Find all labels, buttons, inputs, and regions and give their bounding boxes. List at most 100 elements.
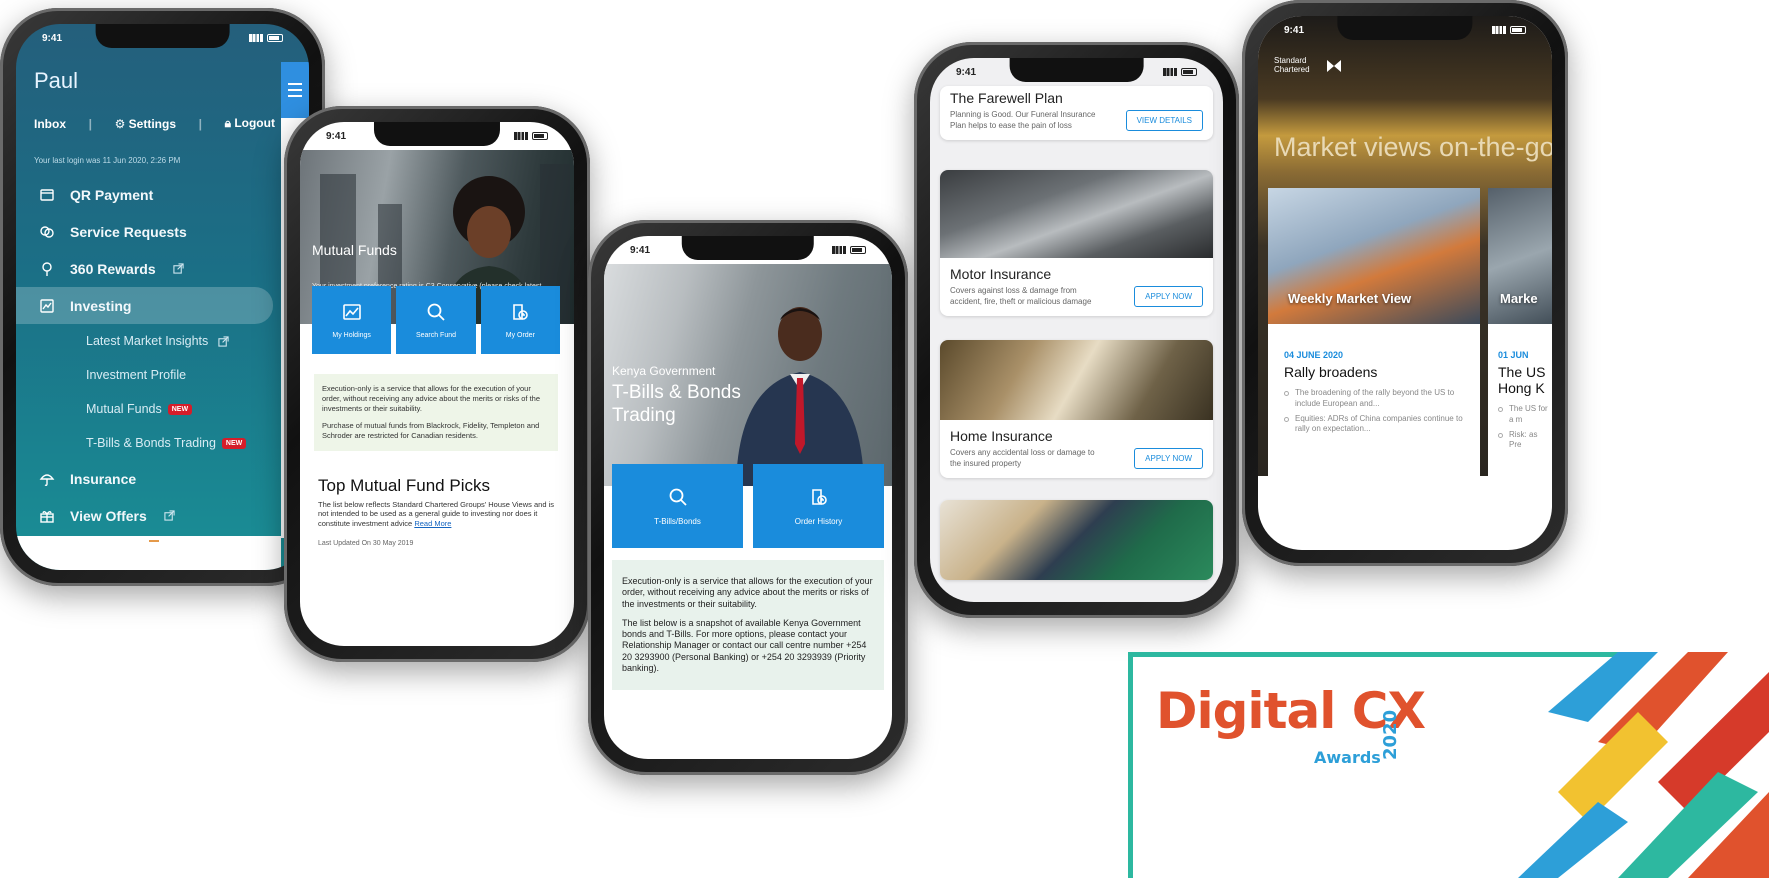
status-time: 9:41 bbox=[1284, 24, 1305, 36]
menu-item-investing[interactable]: Investing bbox=[16, 287, 273, 324]
tile-label: T-Bills/Bonds bbox=[654, 516, 701, 526]
card-title: Motor Insurance bbox=[950, 266, 1052, 282]
signal-icon bbox=[514, 132, 528, 140]
gear-icon: ⚙ bbox=[114, 116, 129, 131]
disclaimer-box: Execution-only is a service that allows … bbox=[314, 374, 558, 451]
market-view-card-partial[interactable]: Marke 01 JUN The US Hong K The US for a … bbox=[1488, 188, 1552, 506]
signal-icon bbox=[249, 34, 263, 42]
order-history-icon bbox=[811, 488, 827, 505]
disclaimer-text: The list below is a snapshot of availabl… bbox=[622, 617, 867, 673]
menu-label: Service Requests bbox=[70, 223, 187, 240]
city-image: Marke bbox=[1488, 188, 1552, 324]
card-date: 04 JUNE 2020 bbox=[1284, 350, 1344, 360]
menu-item-service-requests[interactable]: Service Requests bbox=[28, 213, 273, 250]
market-view-card[interactable]: Weekly Market View 04 JUNE 2020 Rally br… bbox=[1268, 188, 1480, 506]
submenu-item-mutual-funds[interactable]: Mutual Funds NEW bbox=[28, 392, 273, 426]
battery-icon bbox=[267, 34, 283, 42]
menu-item-qr-payment[interactable]: QR Payment bbox=[28, 176, 273, 213]
card-bullet: The US for a m bbox=[1488, 404, 1552, 430]
mutual-funds-screen: 9:41 Mutual Funds Your investment prefer… bbox=[300, 122, 574, 646]
action-tiles: My Holdings Search Fund My Order bbox=[312, 286, 560, 354]
inbox-link[interactable]: Inbox bbox=[34, 117, 66, 131]
new-badge: NEW bbox=[167, 403, 193, 415]
view-details-button[interactable]: VIEW DETAILS bbox=[1125, 110, 1203, 131]
external-link-icon bbox=[161, 507, 179, 525]
travel-items-image bbox=[940, 500, 1213, 580]
phone-mockup-insurance: 9:41 The Farewell Plan Planning is Good.… bbox=[914, 42, 1239, 618]
submenu-item-market-insights[interactable]: Latest Market Insights bbox=[28, 324, 273, 358]
card-headline: The US Hong K bbox=[1498, 364, 1546, 396]
award-graphic-shapes bbox=[1518, 652, 1769, 878]
side-menu: QR Payment Service Requests 360 Rewards … bbox=[16, 176, 273, 534]
logout-label: Logout bbox=[234, 116, 275, 130]
menu-label: View Offers bbox=[70, 507, 147, 524]
standard-chartered-logo-icon bbox=[1327, 60, 1341, 72]
search-icon bbox=[669, 488, 687, 506]
award-subtitle: Awards bbox=[1314, 748, 1381, 767]
card-bullet: Risk: as Pre bbox=[1488, 430, 1552, 456]
qr-payment-icon bbox=[38, 186, 56, 204]
my-order-button[interactable]: My Order bbox=[480, 286, 560, 354]
apply-now-button[interactable]: APPLY NOW bbox=[1134, 286, 1203, 307]
external-link-icon bbox=[214, 332, 232, 350]
market-views-screen: 9:41 Standard Chartered Market views on-… bbox=[1258, 16, 1552, 550]
submenu-label: Latest Market Insights bbox=[86, 334, 209, 348]
disclaimer-text: Purchase of mutual funds from Blackrock,… bbox=[322, 421, 540, 440]
card-headline: Rally broadens bbox=[1284, 364, 1378, 380]
bullet-text: Risk: as Pre bbox=[1509, 429, 1538, 450]
card-caption: Marke bbox=[1500, 291, 1538, 306]
menu-label: Insurance bbox=[70, 470, 137, 487]
submenu-label: T-Bills & Bonds Trading bbox=[86, 436, 216, 450]
hero-image: Kenya Government T-Bills & Bonds Trading bbox=[604, 264, 892, 486]
insurance-card-home: Home Insurance Covers any accidental los… bbox=[940, 340, 1213, 478]
menu-item-view-offers[interactable]: View Offers bbox=[28, 497, 273, 534]
building-image: Weekly Market View bbox=[1268, 188, 1480, 324]
status-bar: 9:41 bbox=[16, 30, 309, 46]
bullet-text: Equities: ADRs of China companies contin… bbox=[1295, 413, 1463, 434]
card-date: 01 JUN bbox=[1498, 350, 1529, 360]
settings-link[interactable]: ⚙ Settings bbox=[115, 117, 176, 131]
status-bar: 9:41 bbox=[930, 64, 1223, 80]
user-name: Paul bbox=[34, 68, 79, 93]
tbills-bonds-button[interactable]: T-Bills/Bonds bbox=[612, 464, 743, 548]
award-year: 2020 bbox=[1380, 709, 1401, 760]
family-home-image bbox=[940, 340, 1213, 420]
tbills-screen: 9:41 Kenya Government T-Bills & Bonds Tr… bbox=[604, 236, 892, 759]
search-fund-button[interactable]: Search Fund bbox=[396, 286, 476, 354]
tile-label: Search Fund bbox=[415, 331, 457, 339]
tile-label: Order History bbox=[794, 516, 843, 526]
status-time: 9:41 bbox=[630, 244, 651, 256]
phone-mockup-menu: 9:41 Paul Inbox | ⚙ Settings | 🔒︎ Logout… bbox=[0, 8, 325, 586]
signal-icon bbox=[1163, 68, 1177, 76]
tile-label: My Holdings bbox=[332, 331, 371, 339]
logout-link[interactable]: 🔒︎ Logout bbox=[225, 116, 275, 131]
menu-label: QR Payment bbox=[70, 186, 154, 203]
gift-icon bbox=[38, 507, 56, 525]
read-more-link[interactable]: Read More bbox=[414, 519, 451, 528]
insurance-card-travel bbox=[940, 500, 1213, 580]
hamburger-menu-icon[interactable] bbox=[281, 62, 309, 118]
menu-label: Investing bbox=[70, 297, 132, 314]
card-description: Covers against loss & damage from accide… bbox=[950, 286, 1092, 306]
menu-item-insurance[interactable]: Insurance bbox=[28, 460, 273, 497]
action-tiles: T-Bills/Bonds Order History bbox=[612, 464, 884, 548]
settings-label: Settings bbox=[128, 116, 177, 131]
phone-mockup-tbills: 9:41 Kenya Government T-Bills & Bonds Tr… bbox=[588, 220, 908, 775]
divider: | bbox=[198, 116, 202, 131]
submenu-label: Investment Profile bbox=[86, 368, 187, 382]
logo-text: Standard Chartered bbox=[1274, 56, 1310, 74]
section-text: The list below reflects Standard Charter… bbox=[318, 500, 556, 528]
last-login-text: Your last login was 11 Jun 2020, 2:26 PM bbox=[34, 156, 181, 165]
section-heading: Top Mutual Fund Picks bbox=[318, 476, 490, 495]
submenu-item-investment-profile[interactable]: Investment Profile bbox=[28, 358, 273, 392]
digital-cx-awards-logo: Digital CX Awards 2020 bbox=[1128, 652, 1769, 878]
apply-now-button[interactable]: APPLY NOW bbox=[1134, 448, 1203, 469]
card-bullet: Equities: ADRs of China companies contin… bbox=[1268, 414, 1480, 440]
submenu-item-tbills-bonds[interactable]: T-Bills & Bonds Trading NEW bbox=[28, 426, 273, 460]
signal-icon bbox=[832, 246, 846, 254]
my-holdings-button[interactable]: My Holdings bbox=[312, 286, 392, 354]
menu-item-360-rewards[interactable]: 360 Rewards bbox=[28, 250, 273, 287]
service-requests-icon bbox=[38, 223, 56, 241]
status-bar: 9:41 bbox=[300, 128, 574, 144]
order-history-button[interactable]: Order History bbox=[753, 464, 884, 548]
